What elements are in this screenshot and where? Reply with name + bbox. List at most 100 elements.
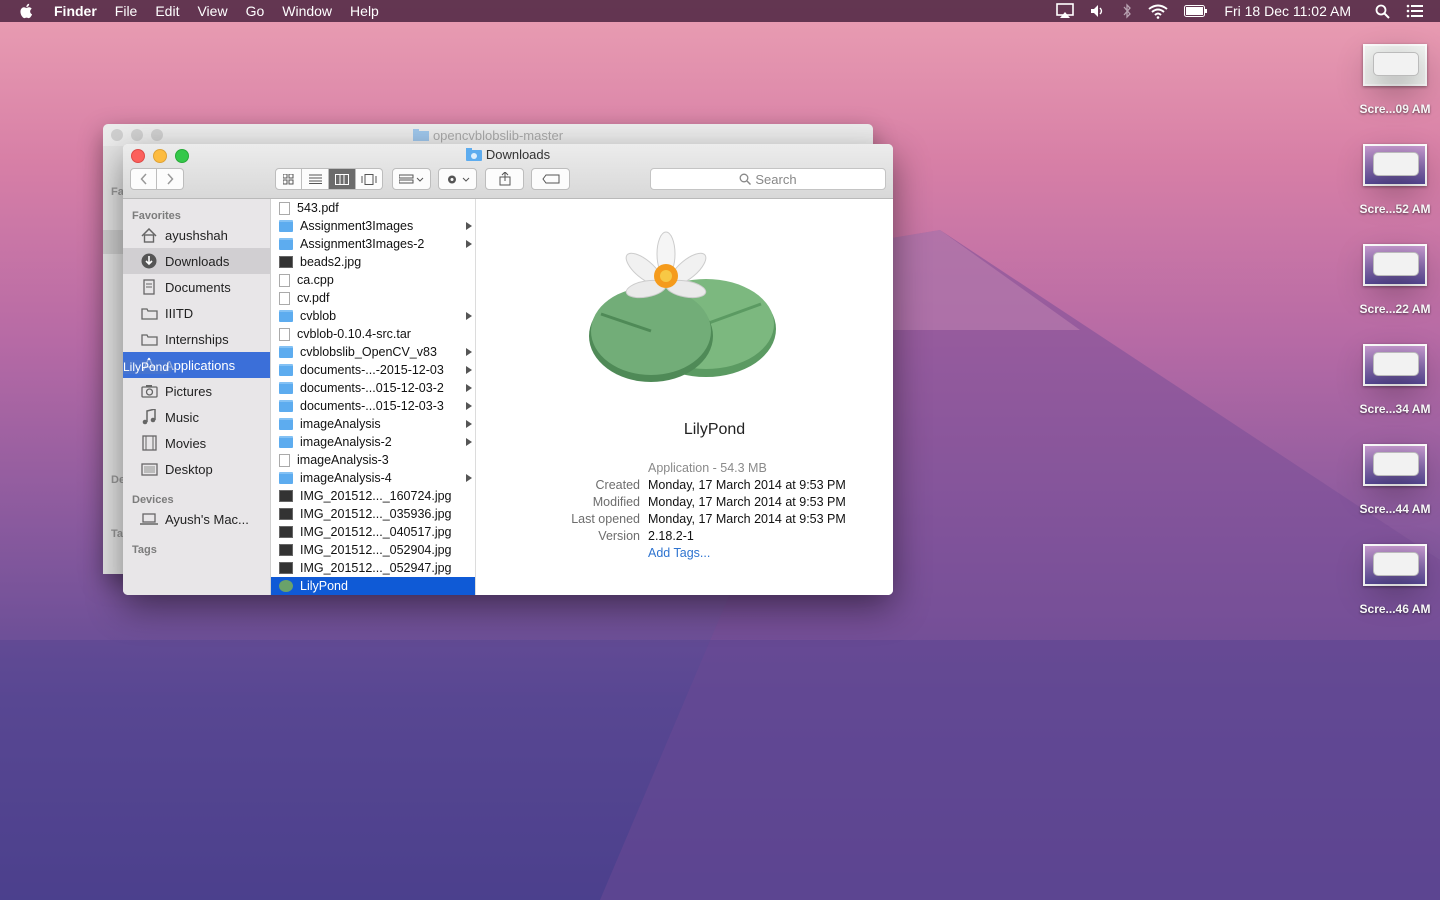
tags-button[interactable] xyxy=(531,168,570,190)
file-row[interactable]: imageAnalysis-4 xyxy=(271,469,475,487)
screenshot-thumbnail xyxy=(1363,344,1427,386)
add-tags-link[interactable]: Add Tags... xyxy=(648,546,710,563)
menu-edit[interactable]: Edit xyxy=(155,3,179,19)
menu-view[interactable]: View xyxy=(197,3,227,19)
file-name: cv.pdf xyxy=(297,291,330,305)
document-icon xyxy=(279,291,290,305)
apple-menu-icon[interactable] xyxy=(18,2,36,20)
desktop-file-screenshot[interactable]: Scre...09 AM xyxy=(1355,44,1435,116)
file-row[interactable]: imageAnalysis xyxy=(271,415,475,433)
meta-label-created: Created xyxy=(595,478,640,492)
file-row[interactable]: Assignment3Images-2 xyxy=(271,235,475,253)
file-row[interactable]: 543.pdf xyxy=(271,199,475,217)
file-name: documents-...015-12-03-3 xyxy=(300,399,444,413)
chevron-right-icon xyxy=(167,173,174,185)
sidebar-item-ayushshah[interactable]: ayushshah xyxy=(123,222,270,248)
background-window-titlebar[interactable]: opencvblobslib-master xyxy=(103,124,873,146)
airplay-icon[interactable] xyxy=(1056,3,1075,19)
sidebar-item-label: Internships xyxy=(165,331,229,347)
document-icon xyxy=(279,201,290,215)
back-button[interactable] xyxy=(130,168,157,190)
desktop-file-screenshot[interactable]: Scre...22 AM xyxy=(1355,244,1435,316)
desktop-file-screenshot[interactable]: Scre...34 AM xyxy=(1355,344,1435,416)
finder-window[interactable]: Downloads Search Favorites ayushshah Dow… xyxy=(123,144,893,595)
sidebar-item-label: Ayush's Mac... xyxy=(165,511,249,527)
volume-icon[interactable] xyxy=(1090,4,1106,18)
file-row[interactable]: cv.pdf xyxy=(271,289,475,307)
menu-bar: Finder File Edit View Go Window Help Fri… xyxy=(0,0,1440,22)
file-row[interactable]: imageAnalysis-2 xyxy=(271,433,475,451)
sidebar-item-documents[interactable]: Documents xyxy=(123,274,270,300)
file-row[interactable]: IMG_201512..._052904.jpg xyxy=(271,541,475,559)
sidebar-item-label: Music xyxy=(165,409,199,425)
menu-window[interactable]: Window xyxy=(282,3,332,19)
meta-value-modified: Monday, 17 March 2014 at 9:53 PM xyxy=(648,495,846,509)
spotlight-icon[interactable] xyxy=(1375,4,1390,19)
bluetooth-icon[interactable] xyxy=(1122,3,1132,19)
preview-metadata: Application - 54.3 MB Created Monday, 17 … xyxy=(476,461,893,563)
desktop-file-screenshot[interactable]: Scre...44 AM xyxy=(1355,444,1435,516)
desktop-file-screenshot[interactable]: Scre...52 AM xyxy=(1355,144,1435,216)
cover-flow-button[interactable] xyxy=(356,168,383,190)
folder-icon xyxy=(279,472,293,484)
chevron-left-icon xyxy=(139,173,147,185)
desktop-file-screenshot[interactable]: Scre...46 AM xyxy=(1355,544,1435,616)
notification-center-icon[interactable] xyxy=(1406,4,1424,18)
menu-finder[interactable]: Finder xyxy=(54,3,97,19)
file-row[interactable]: documents-...-2015-12-03 xyxy=(271,361,475,379)
folder-icon xyxy=(279,436,293,448)
share-button[interactable] xyxy=(485,168,524,190)
disclosure-arrow-icon xyxy=(466,240,472,248)
sidebar-item-label: Pictures xyxy=(165,383,212,399)
minimize-icon[interactable] xyxy=(131,129,143,141)
menu-clock[interactable]: Fri 18 Dec 11:02 AM xyxy=(1224,3,1351,19)
icon-view-button[interactable] xyxy=(275,168,302,190)
desktop-file-label: Scre...09 AM xyxy=(1359,102,1431,116)
downloads-icon xyxy=(140,252,158,270)
menu-file[interactable]: File xyxy=(115,3,138,19)
sidebar-item-movies[interactable]: Movies xyxy=(123,430,270,456)
sidebar-item-applications[interactable]: Applications LilyPond xyxy=(123,352,270,378)
sidebar-item-downloads[interactable]: Downloads xyxy=(123,248,270,274)
image-file-icon xyxy=(279,508,293,520)
file-row[interactable]: imageAnalysis-3 xyxy=(271,451,475,469)
battery-icon[interactable] xyxy=(1184,5,1208,17)
sidebar-item-internships[interactable]: Internships xyxy=(123,326,270,352)
column-view-button[interactable] xyxy=(329,168,356,190)
sidebar-item-label: Desktop xyxy=(165,461,213,477)
zoom-icon[interactable] xyxy=(151,129,163,141)
forward-button[interactable] xyxy=(157,168,184,190)
home-icon xyxy=(140,226,158,244)
desktop-file-label: Scre...44 AM xyxy=(1359,502,1431,516)
file-row[interactable]: beads2.jpg xyxy=(271,253,475,271)
menu-go[interactable]: Go xyxy=(246,3,265,19)
action-button[interactable] xyxy=(438,168,477,190)
sidebar-item-mac[interactable]: Ayush's Mac... xyxy=(123,506,270,532)
list-view-button[interactable] xyxy=(302,168,329,190)
file-row[interactable]: cvblobslib_OpenCV_v83 xyxy=(271,343,475,361)
file-row[interactable]: IMG_201512..._160724.jpg xyxy=(271,487,475,505)
sidebar-item-label: Applications xyxy=(165,357,236,373)
file-row[interactable]: cvblob xyxy=(271,307,475,325)
arrange-button[interactable] xyxy=(392,168,431,190)
sidebar-item-iiitd[interactable]: IIITD xyxy=(123,300,270,326)
sidebar-item-desktop[interactable]: Desktop xyxy=(123,456,270,482)
file-row[interactable]: ca.cpp xyxy=(271,271,475,289)
file-row[interactable]: IMG_201512..._040517.jpg xyxy=(271,523,475,541)
file-row[interactable]: cvblob-0.10.4-src.tar xyxy=(271,325,475,343)
file-row[interactable]: LilyPond xyxy=(271,577,475,595)
file-row[interactable]: Assignment3Images xyxy=(271,217,475,235)
file-name: Assignment3Images-2 xyxy=(300,237,425,251)
sidebar-item-music[interactable]: Music xyxy=(123,404,270,430)
search-field[interactable]: Search xyxy=(650,168,886,190)
file-row[interactable]: IMG_201512..._035936.jpg xyxy=(271,505,475,523)
menu-help[interactable]: Help xyxy=(350,3,379,19)
close-icon[interactable] xyxy=(111,129,123,141)
sidebar: Favorites ayushshah Downloads Documents … xyxy=(123,199,271,595)
desktop-file-label: Scre...22 AM xyxy=(1359,302,1431,316)
wifi-icon[interactable] xyxy=(1148,4,1169,19)
file-row[interactable]: documents-...015-12-03-3 xyxy=(271,397,475,415)
sidebar-item-pictures[interactable]: Pictures xyxy=(123,378,270,404)
file-row[interactable]: documents-...015-12-03-2 xyxy=(271,379,475,397)
file-row[interactable]: IMG_201512..._052947.jpg xyxy=(271,559,475,577)
